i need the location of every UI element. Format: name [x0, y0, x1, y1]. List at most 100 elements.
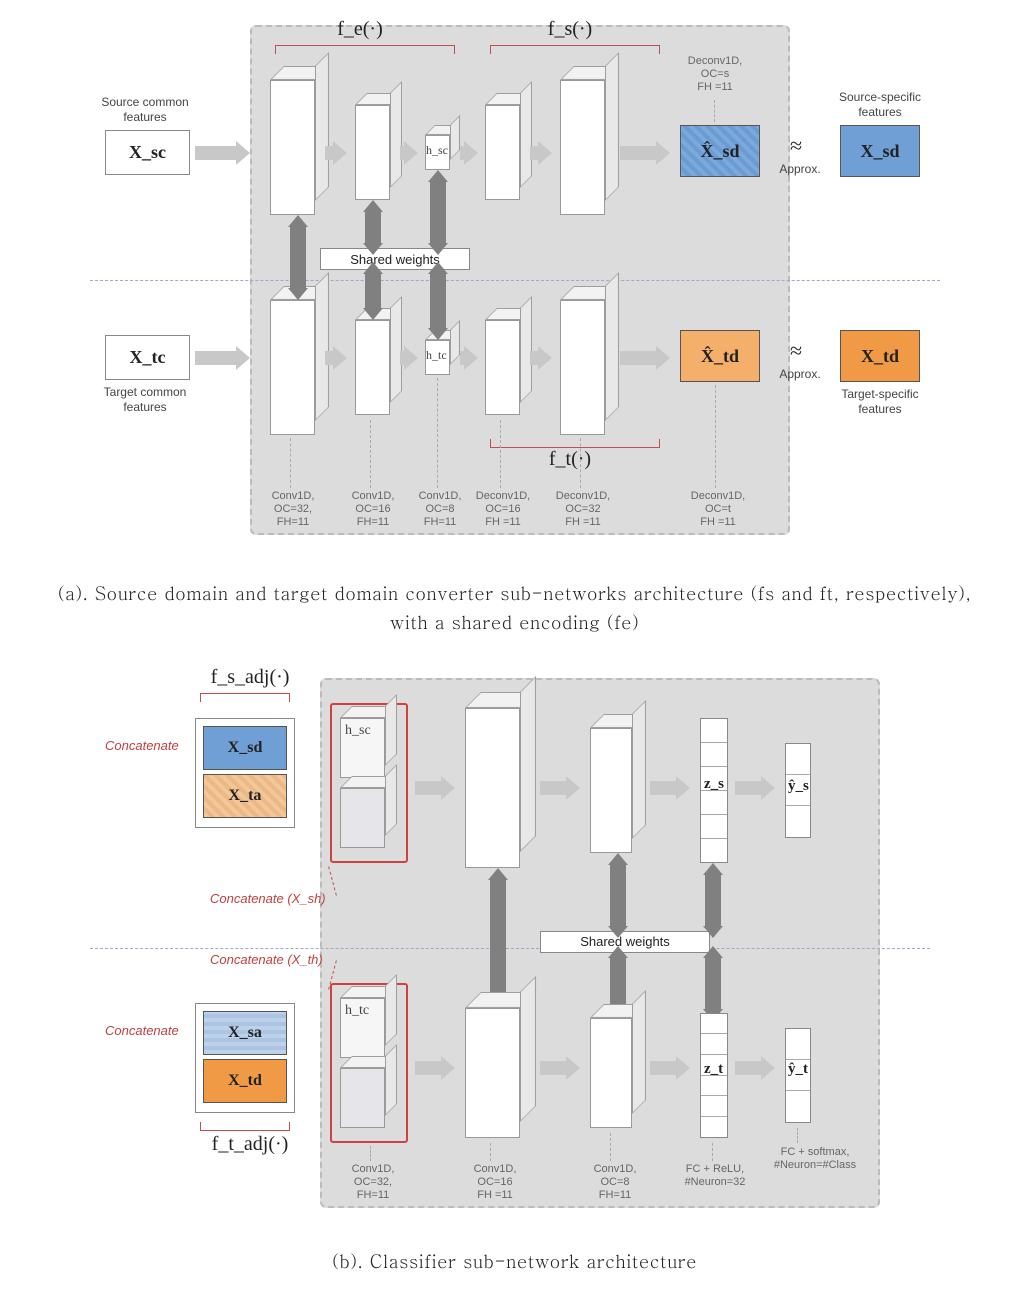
arrow-bt3: [650, 1058, 690, 1078]
approx-1: ≈: [790, 133, 802, 159]
arrow-b3: [325, 348, 347, 368]
concat-t: Concatenate: [105, 1023, 179, 1038]
sarrow-a3: [430, 180, 446, 245]
figure-a: f_e(·) f_s(·) Source common features X_s…: [0, 0, 1029, 570]
xsd: X_sd: [860, 141, 899, 162]
arrow-bt1: [415, 1058, 455, 1078]
ldb5: [797, 1128, 798, 1143]
arrow-a6: [530, 143, 552, 163]
xtd-hat-box: X̂_td: [680, 330, 760, 382]
arrow-a2: [195, 348, 250, 368]
arrow-bs4: [735, 778, 775, 798]
xtd: X_td: [861, 346, 899, 367]
yt-label: ŷ_t: [788, 1061, 808, 1078]
arrow-b4: [400, 348, 418, 368]
concat-xth-lbl: Concatenate (X_th): [210, 952, 323, 967]
htc-label: h_tc: [426, 348, 447, 363]
brace-fs: [490, 45, 660, 53]
arrow-bs3: [650, 778, 690, 798]
target-common-label: Target common features: [100, 385, 190, 415]
spec-a-4: Deconv1D, OC=32 FH =11: [548, 490, 618, 530]
xtd-inner: X_td: [203, 1059, 287, 1103]
hsc-label: h_sc: [426, 143, 448, 158]
ld6: [715, 385, 716, 488]
ldb1: [370, 1146, 371, 1161]
arrow-bt2: [540, 1058, 580, 1078]
spec-a-0: Conv1D, OC=32, FH=11: [258, 490, 328, 530]
leader-top: [714, 100, 715, 122]
zt-label: z_t: [704, 1061, 723, 1078]
arrow-bs2: [540, 778, 580, 798]
separator-a: [90, 280, 940, 281]
caption-a: (a). Source domain and target domain con…: [40, 580, 989, 638]
xta-inner: X_ta: [203, 774, 287, 818]
arrow-a1: [195, 143, 250, 163]
arrow-bt4: [735, 1058, 775, 1078]
ld4: [500, 420, 501, 488]
xsa-inner: X_sa: [203, 1011, 287, 1055]
spec-b-4: FC + softmax, #Neuron=#Class: [760, 1146, 870, 1172]
ldb2: [490, 1143, 491, 1161]
source-specific-label: Source-specific features: [835, 90, 925, 120]
spec-b-0: Conv1D, OC=32, FH=11: [338, 1163, 408, 1203]
spec-a-1: Conv1D, OC=16 FH=11: [338, 490, 408, 530]
spec-a-3: Deconv1D, OC=16 FH =11: [468, 490, 538, 530]
ld3: [437, 378, 438, 488]
arrow-a7: [620, 143, 670, 163]
approx-text-1: Approx.: [770, 162, 830, 177]
xsd-hat: X̂_sd: [700, 141, 739, 162]
spec-a-5: Deconv1D, OC=t FH =11: [683, 490, 753, 530]
label-ftadj: f_t_adj(·): [210, 1133, 290, 1156]
zs-label: z_s: [704, 776, 724, 793]
brace-ftadj: [200, 1123, 290, 1131]
brace-fsadj: [200, 693, 290, 701]
ldb4: [712, 1143, 713, 1161]
label-fs: f_s(·): [540, 18, 600, 41]
xtc-text: X_tc: [130, 347, 166, 368]
hsc-b: h_sc: [345, 723, 371, 739]
concat-xsh-lbl: Concatenate (X_sh): [210, 891, 326, 906]
xsd-b: X_sd: [228, 739, 263, 757]
label-fe: f_e(·): [330, 18, 390, 41]
xtd-box: X_td: [840, 330, 920, 382]
arrow-b7: [620, 348, 670, 368]
sarrow-b2: [610, 863, 626, 928]
brace-ft: [490, 440, 660, 448]
sarrow-a1: [290, 225, 306, 290]
arrow-a3: [325, 143, 347, 163]
arrow-b6: [530, 348, 552, 368]
xsc-text: X_sc: [129, 142, 166, 163]
ldb3: [610, 1133, 611, 1161]
xtc-box: X_tc: [105, 335, 190, 380]
approx-text-2: Approx.: [770, 367, 830, 382]
concat-s: Concatenate: [105, 738, 179, 753]
brace-fe: [275, 45, 455, 53]
xtd-hat: X̂_td: [701, 346, 739, 367]
sarrow-b3b: [705, 956, 721, 1011]
xta: X_ta: [229, 787, 262, 805]
htc-b: h_tc: [345, 1003, 369, 1019]
sarrow-b3: [705, 873, 721, 928]
xtd-b: X_td: [228, 1072, 262, 1090]
xsd-inner: X_sd: [203, 726, 287, 770]
ld5: [580, 438, 581, 488]
label-fsadj: f_s_adj(·): [210, 666, 290, 689]
caption-b: (b). Classifier sub-network architecture: [40, 1248, 989, 1277]
arrow-a5: [460, 143, 478, 163]
xsd-box: X_sd: [840, 125, 920, 177]
sarrow-b2b: [610, 956, 626, 1006]
xsa: X_sa: [228, 1024, 262, 1042]
sarrow-a2b: [365, 272, 381, 310]
ld2: [370, 420, 371, 488]
label-ft: f_t(·): [540, 448, 600, 471]
spec-b-2: Conv1D, OC=8 FH=11: [580, 1163, 650, 1203]
xsc-box: X_sc: [105, 130, 190, 175]
spec-b-1: Conv1D, OC=16 FH =11: [460, 1163, 530, 1203]
target-specific-label: Target-specific features: [835, 387, 925, 417]
sarrow-a3b: [430, 272, 446, 330]
separator-b: [90, 948, 930, 949]
spec-a-2: Conv1D, OC=8 FH=11: [405, 490, 475, 530]
ld1: [290, 438, 291, 488]
spec-b-3: FC + ReLU, #Neuron=32: [670, 1163, 760, 1189]
approx-2: ≈: [790, 338, 802, 364]
